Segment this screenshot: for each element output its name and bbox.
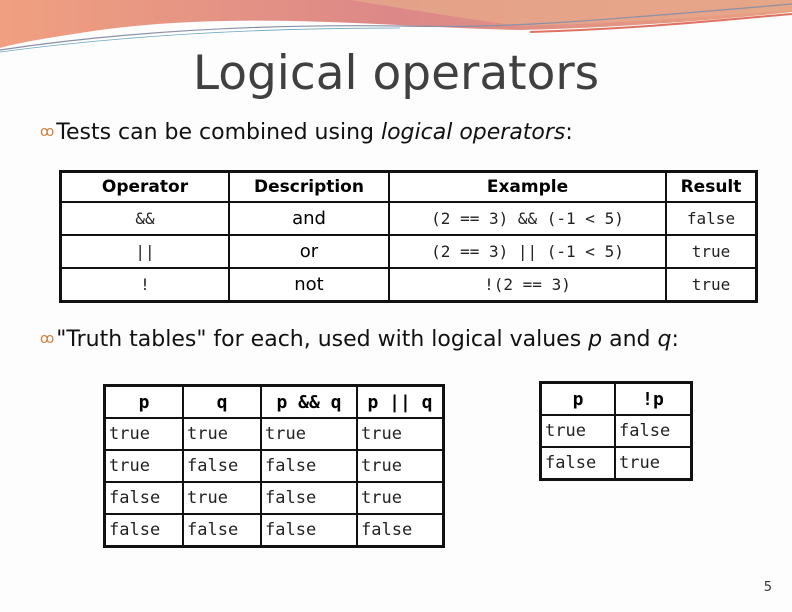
table-header-row: p !p	[539, 381, 693, 416]
example-cell: !(2 == 3)	[388, 267, 667, 303]
cell: false	[614, 414, 693, 448]
table-row: && and (2 == 3) && (-1 < 5) false	[59, 201, 758, 236]
truth-table-not: p !p true false false true	[539, 381, 693, 481]
description-cell: or	[228, 234, 390, 269]
bullet-italic-term: logical operators	[380, 120, 566, 145]
description-cell: not	[228, 267, 390, 303]
cell: false	[260, 481, 358, 515]
bullet-combined-tests: ꝏTests can be combined using logical ope…	[40, 120, 573, 145]
result-cell: false	[665, 201, 758, 236]
cell: false	[356, 513, 445, 548]
table-row: || or (2 == 3) || (-1 < 5) true	[59, 234, 758, 269]
cell: true	[539, 414, 616, 448]
header-description: Description	[228, 170, 390, 203]
cell: true	[356, 481, 445, 515]
cell: true	[103, 417, 184, 451]
example-cell: (2 == 3) && (-1 < 5)	[388, 201, 667, 236]
header-result: Result	[665, 170, 758, 203]
bullet-suffix: :	[671, 327, 679, 352]
cell: false	[103, 513, 184, 548]
cell: true	[356, 417, 445, 451]
operator-cell: &&	[59, 201, 230, 236]
header-example: Example	[388, 170, 667, 203]
cell: true	[103, 449, 184, 483]
variable-q: q	[657, 327, 672, 352]
table-row: true false	[539, 414, 693, 448]
bullet-truth-tables: ꝏ"Truth tables" for each, used with logi…	[40, 327, 679, 352]
bullet-text: Tests can be combined using	[56, 120, 381, 145]
cell: false	[539, 446, 616, 481]
table-row: ! not !(2 == 3) true	[59, 267, 758, 303]
bullet-text: "Truth tables" for each, used with logic…	[56, 327, 589, 352]
table-header-row: p q p && q p || q	[103, 384, 445, 419]
table-row: false true	[539, 446, 693, 481]
cell: false	[260, 513, 358, 548]
example-cell: (2 == 3) || (-1 < 5)	[388, 234, 667, 269]
bullet-suffix: :	[565, 120, 573, 145]
slide-title: Logical operators	[192, 46, 600, 101]
cell: false	[182, 449, 262, 483]
truth-table-and-or: p q p && q p || q true true true true tr…	[103, 384, 445, 548]
cell: true	[260, 417, 358, 451]
header-p-or-q: p || q	[356, 384, 445, 419]
result-cell: true	[665, 234, 758, 269]
table-row: false true false true	[103, 481, 445, 515]
page-number: 5	[763, 580, 772, 595]
table-row: false false false false	[103, 513, 445, 548]
header-p-and-q: p && q	[260, 384, 358, 419]
cell: true	[182, 417, 262, 451]
header-not-p: !p	[614, 381, 693, 416]
cell: true	[356, 449, 445, 483]
cell: true	[182, 481, 262, 515]
cell: false	[182, 513, 262, 548]
table-row: true false false true	[103, 449, 445, 483]
ornament-bullet-icon: ꝏ	[40, 331, 55, 347]
header-operator: Operator	[59, 170, 230, 203]
result-cell: true	[665, 267, 758, 303]
cell: false	[103, 481, 184, 515]
header-p: p	[539, 381, 616, 416]
ornament-bullet-icon: ꝏ	[40, 124, 55, 140]
bullet-and: and	[602, 327, 658, 352]
header-p: p	[103, 384, 184, 419]
table-row: true true true true	[103, 417, 445, 451]
cell: true	[614, 446, 693, 481]
operator-cell: ||	[59, 234, 230, 269]
description-cell: and	[228, 201, 390, 236]
operator-cell: !	[59, 267, 230, 303]
header-q: q	[182, 384, 262, 419]
table-header-row: Operator Description Example Result	[59, 170, 758, 203]
variable-p: p	[588, 327, 603, 352]
operators-table: Operator Description Example Result && a…	[59, 170, 758, 303]
cell: false	[260, 449, 358, 483]
